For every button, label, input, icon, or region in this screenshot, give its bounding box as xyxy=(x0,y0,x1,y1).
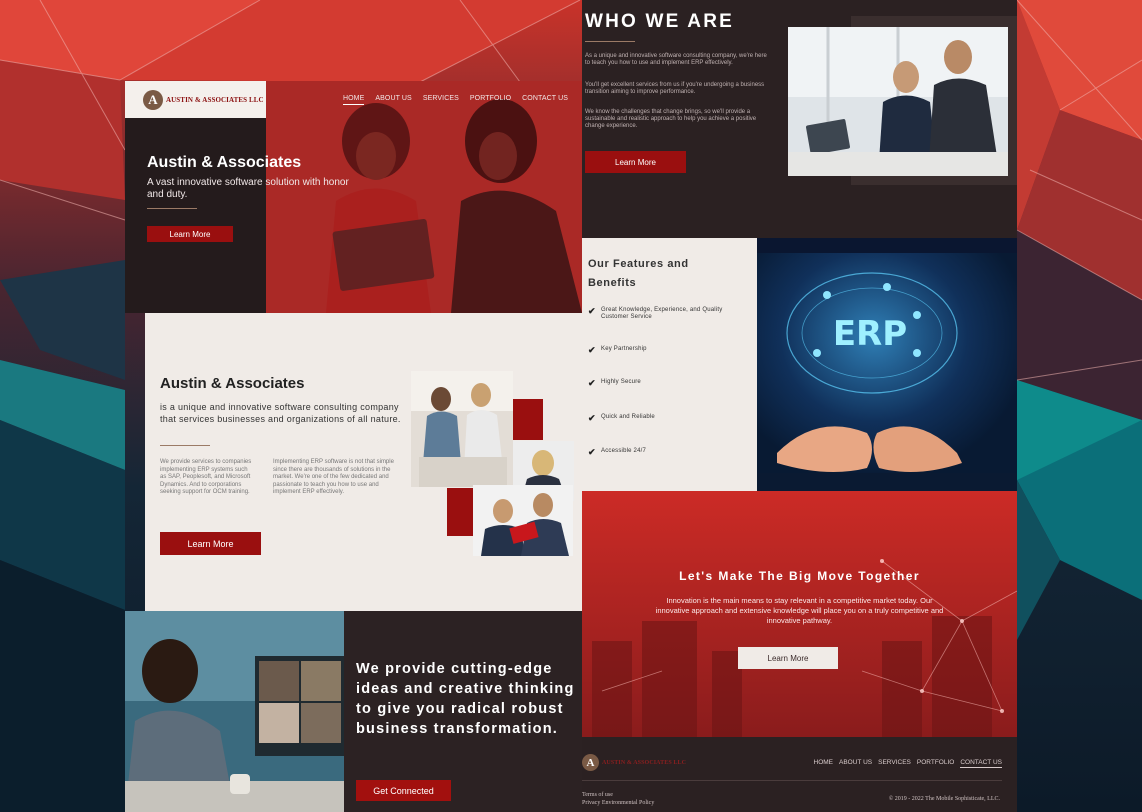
logo-text: AUSTIN & ASSOCIATES LLC xyxy=(166,95,264,104)
footer-nav-home[interactable]: HOME xyxy=(814,759,834,768)
feature-item: ✔ Quick and Reliable xyxy=(588,413,736,423)
feature-label: Quick and Reliable xyxy=(601,414,655,420)
footer-nav-portfolio[interactable]: PORTFOLIO xyxy=(917,759,954,768)
big-move-title: Let's Make The Big Move Together xyxy=(679,569,920,583)
logo-mark-icon: A xyxy=(143,89,163,110)
erp-image-section: ERP xyxy=(757,238,1017,491)
copyright-text: © 2019 - 2022 The Mobile Sophisticate, L… xyxy=(888,796,1000,802)
feature-label: Great Knowledge, Experience, and Quality… xyxy=(601,307,723,320)
big-move-text: Innovation is the main means to stay rel… xyxy=(655,596,944,625)
about-accent-block-top xyxy=(512,399,543,440)
hero-learn-more-button[interactable]: Learn More xyxy=(147,226,233,242)
feature-label: Highly Secure xyxy=(601,379,641,385)
who-we-are-section: WHO WE ARE As a unique and innovative so… xyxy=(582,0,1017,238)
main-nav: HOME ABOUT US SERVICES PORTFOLIO CONTACT… xyxy=(342,95,568,105)
footer-logo[interactable]: A AUSTIN & ASSOCIATES LLC xyxy=(582,754,686,771)
feature-item: ✔ Great Knowledge, Experience, and Quali… xyxy=(588,307,736,321)
features-section: Our Features and Benefits ✔ Great Knowle… xyxy=(582,238,757,491)
big-move-section: Let's Make The Big Move Together Innovat… xyxy=(582,491,1017,737)
footer-nav-about-us[interactable]: ABOUT US xyxy=(839,759,872,768)
who-learn-more-button[interactable]: Learn More xyxy=(585,151,686,173)
hero-subtitle: A vast innovative software solution with… xyxy=(147,177,349,200)
about-photo-team-working xyxy=(411,371,513,487)
feature-label: Key Partnership xyxy=(601,346,647,352)
nav-portfolio[interactable]: PORTFOLIO xyxy=(470,95,511,105)
brand-logo[interactable]: A AUSTIN & ASSOCIATES LLC xyxy=(125,81,266,118)
about-accent-block-bottom xyxy=(447,488,474,536)
who-we-are-divider xyxy=(585,41,635,42)
footer-nav-contact-us[interactable]: CONTACT US xyxy=(960,759,1002,768)
checkmark-icon: ✔ xyxy=(588,447,596,457)
footer-logo-text: AUSTIN & ASSOCIATES LLC xyxy=(602,759,687,766)
feature-item: ✔ Highly Secure xyxy=(588,378,736,388)
checkmark-icon: ✔ xyxy=(588,413,596,423)
footer-legal-links: Terms of use Privacy Environmental Polic… xyxy=(582,791,654,807)
hero-section: A AUSTIN & ASSOCIATES LLC HOME ABOUT US … xyxy=(125,81,582,313)
erp-hands-illustration: ERP xyxy=(757,253,1017,491)
feature-item: ✔ Accessible 24/7 xyxy=(588,447,736,457)
logo-mark-icon: A xyxy=(582,754,599,771)
businessmen-meeting-photo xyxy=(788,27,1008,176)
who-we-are-title: WHO WE ARE xyxy=(585,11,735,32)
about-learn-more-button[interactable]: Learn More xyxy=(160,532,261,555)
privacy-policy-link[interactable]: Privacy Environmental Policy xyxy=(582,799,654,807)
nav-services[interactable]: SERVICES xyxy=(423,95,459,105)
who-paragraph-1: As a unique and innovative software cons… xyxy=(585,53,767,66)
video-call-photo xyxy=(125,611,344,812)
about-section: Austin & Associates is a unique and inno… xyxy=(145,313,582,611)
about-title: Austin & Associates xyxy=(160,375,305,392)
site-footer: A AUSTIN & ASSOCIATES LLC HOME ABOUT US … xyxy=(582,737,1017,812)
footer-nav: HOME ABOUT US SERVICES PORTFOLIO CONTACT… xyxy=(814,759,1002,768)
get-connected-button[interactable]: Get Connected xyxy=(356,780,451,801)
nav-about-us[interactable]: ABOUT US xyxy=(375,95,411,105)
about-divider xyxy=(160,445,210,446)
feature-label: Accessible 24/7 xyxy=(601,448,647,454)
hero-divider xyxy=(147,208,197,209)
who-paragraph-2: You'll get excellent services from us if… xyxy=(585,82,765,95)
checkmark-icon: ✔ xyxy=(588,345,596,355)
nav-contact-us[interactable]: CONTACT US xyxy=(522,95,568,105)
cutting-edge-section: We provide cutting-edge ideas and creati… xyxy=(125,611,582,812)
features-title: Our Features and Benefits xyxy=(588,258,689,289)
footer-nav-services[interactable]: SERVICES xyxy=(878,759,911,768)
feature-item: ✔ Key Partnership xyxy=(588,345,736,355)
top-navbar: A AUSTIN & ASSOCIATES LLC HOME ABOUT US … xyxy=(125,81,582,118)
checkmark-icon: ✔ xyxy=(588,306,596,316)
footer-divider xyxy=(582,780,1002,781)
big-move-learn-more-button[interactable]: Learn More xyxy=(738,647,838,669)
hero-title: Austin & Associates xyxy=(147,154,302,171)
about-photo-businessmen-folder xyxy=(473,485,573,556)
who-paragraph-3: We know the challenges that change bring… xyxy=(585,109,757,129)
erp-label: ERP xyxy=(833,314,907,354)
about-paragraph-1: We provide services to companies impleme… xyxy=(160,459,252,495)
terms-of-use-link[interactable]: Terms of use xyxy=(582,791,654,799)
checkmark-icon: ✔ xyxy=(588,378,596,388)
nav-home[interactable]: HOME xyxy=(342,95,365,105)
about-lead: is a unique and innovative software cons… xyxy=(160,402,401,424)
about-paragraph-2: Implementing ERP software is not that si… xyxy=(273,459,394,495)
cutting-edge-heading: We provide cutting-edge ideas and creati… xyxy=(356,661,575,737)
